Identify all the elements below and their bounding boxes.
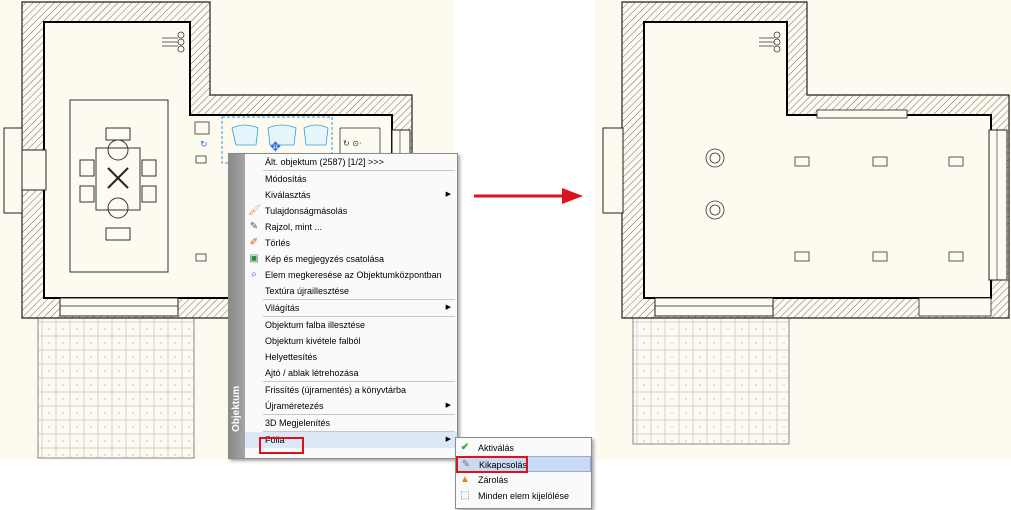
submenu-item-activate[interactable]: ✔ Aktiválás [456,440,591,456]
submenu-item-select-all[interactable]: ⬚ Minden elem kijelölése [456,488,591,504]
image-icon: ▣ [249,253,259,264]
floor-plan-right[interactable] [595,0,1011,460]
select-all-icon: ⬚ [460,490,470,501]
submenu-arrow-icon: ▶ [445,191,451,198]
menu-item-draw-as[interactable]: ✎ Rajzol, mint ... [245,219,457,235]
menu-item-3d-view[interactable]: 3D Megjelenítés [245,415,457,431]
svg-text:↻: ↻ [200,140,208,150]
search-icon: ⌕ [251,269,257,280]
menu-item-refresh-library[interactable]: Frissítés (újramentés) a könyvtárba [245,382,457,398]
submenu-arrow-icon: ▶ [445,304,451,311]
menu-item-remove-from-wall[interactable]: Objektum kivétele falból [245,333,457,349]
pipette-icon: ✎ [249,221,259,232]
submenu-arrow-icon: ▶ [445,402,451,409]
eraser-icon: ✐ [249,237,259,248]
menu-item-attach-image[interactable]: ▣ Kép és megjegyzés csatolása [245,251,457,267]
submenu-item-label: Zárolás [478,475,509,485]
menu-item-modify[interactable]: Módosítás [245,171,457,187]
menu-item-label: 3D Megjelenítés [265,418,331,428]
menu-item-label: Rajzol, mint ... [265,222,323,232]
submenu-arrow-icon: ▶ [445,436,451,443]
layer-submenu[interactable]: ✔ Aktiválás ✎ Kikapcsolás ▲ Zárolás ⬚ Minden… [455,437,592,509]
menu-item-label: Objektum falba illesztése [265,320,366,330]
menu-item-delete[interactable]: ✐ Törlés [245,235,457,251]
menu-item-object-info[interactable]: Ált. objektum (2587) [1/2] >>> [245,154,457,170]
menu-item-label: Objektum kivétele falból [265,336,361,346]
brush-icon: 🖌 [248,205,261,216]
red-arrow-icon [474,188,583,204]
context-menu-strip-label: Objektum [231,385,242,432]
menu-item-label: Frissítés (újramentés) a könyvtárba [265,385,407,395]
check-icon: ✔ [460,442,470,453]
menu-item-label: Ajtó / ablak létrehozása [265,368,359,378]
menu-item-replace[interactable]: Helyettesítés [245,349,457,365]
menu-item-create-door-window[interactable]: Ajtó / ablak létrehozása [245,365,457,381]
submenu-item-label: Minden elem kijelölése [478,491,570,501]
context-menu-strip: Objektum [229,154,245,458]
submenu-item-label: Aktiválás [478,443,515,453]
menu-item-select[interactable]: Kiválasztás ▶ [245,187,457,203]
menu-item-find-in-object-center[interactable]: ⌕ Elem megkeresése az Objektumközpontban [245,267,457,283]
menu-item-label: Kép és megjegyzés csatolása [265,254,385,264]
highlight-box-turn-off [456,456,528,473]
menu-item-label: Elem megkeresése az Objektumközpontban [265,270,442,280]
menu-item-label: Textúra újraillesztése [265,286,350,296]
menu-item-resize[interactable]: Újraméretezés ▶ [245,398,457,414]
svg-text:↻ ⊙·: ↻ ⊙· [343,139,362,148]
menu-item-label: Újraméretezés [265,401,324,411]
menu-item-label: Módosítás [265,174,307,184]
menu-item-label: Törlés [265,238,291,248]
submenu-item-lock[interactable]: ▲ Zárolás [456,472,591,488]
menu-item-label: Tulajdonságmásolás [265,206,348,216]
highlight-box-layer [259,437,304,454]
menu-item-label: Ált. objektum (2587) [1/2] >>> [265,157,384,167]
menu-item-lighting[interactable]: Világítás ▶ [245,300,457,316]
menu-item-label: Világítás [265,303,300,313]
menu-item-copy-properties[interactable]: 🖌 Tulajdonságmásolás [245,203,457,219]
lock-icon: ▲ [460,474,470,485]
menu-item-refit-texture[interactable]: Textúra újraillesztése [245,283,457,299]
menu-item-label: Helyettesítés [265,352,318,362]
menu-item-fit-into-wall[interactable]: Objektum falba illesztése [245,317,457,333]
context-menu[interactable]: Objektum Ált. objektum (2587) [1/2] >>> … [228,153,458,459]
menu-item-label: Kiválasztás [265,190,311,200]
